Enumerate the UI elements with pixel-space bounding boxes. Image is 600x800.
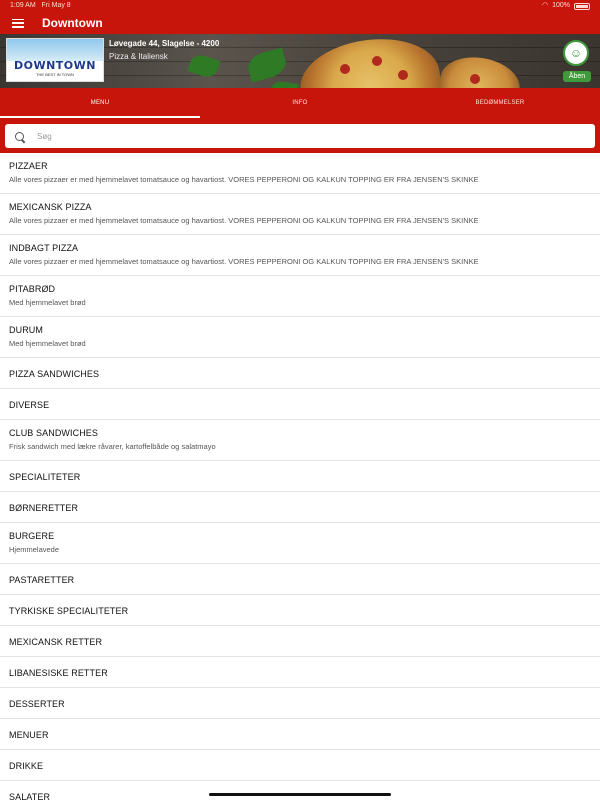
menu-category-item[interactable]: DIVERSE bbox=[0, 389, 600, 420]
tab-menu[interactable]: MENU bbox=[0, 88, 200, 118]
home-indicator[interactable] bbox=[209, 793, 391, 796]
menu-category-title: INDBAGT PIZZA bbox=[9, 243, 79, 253]
menu-category-item[interactable]: BURGERE Hjemmelavede bbox=[0, 523, 600, 564]
menu-category-title: CLUB SANDWICHES bbox=[9, 428, 99, 438]
menu-category-title: SPECIALITETER bbox=[9, 472, 81, 482]
menu-category-title: DURUM bbox=[9, 325, 43, 335]
pizza-slice-image bbox=[436, 51, 524, 88]
status-date: Fri May 8 bbox=[41, 2, 71, 9]
pizza-image bbox=[295, 34, 445, 88]
status-bar: 1:09 AM Fri May 8 ◠ 100% bbox=[0, 0, 600, 12]
menu-category-item[interactable]: DRIKKE bbox=[0, 750, 600, 781]
menu-category-item[interactable]: SPECIALITETER bbox=[0, 461, 600, 492]
menu-category-item[interactable]: INDBAGT PIZZA Alle vores pizzaer er med h… bbox=[0, 235, 600, 276]
tab-reviews[interactable]: BEDØMMELSER bbox=[400, 88, 600, 118]
search-bar-container bbox=[0, 118, 600, 153]
menu-category-title: PIZZA SANDWICHES bbox=[9, 369, 100, 379]
tab-info[interactable]: INFO bbox=[200, 88, 400, 118]
menu-category-item[interactable]: DURUM Med hjemmelavet brød bbox=[0, 317, 600, 358]
menu-category-title: MENUER bbox=[9, 730, 49, 740]
menu-category-title: BØRNERETTER bbox=[9, 503, 79, 513]
menu-category-item[interactable]: MENUER bbox=[0, 719, 600, 750]
restaurant-address: Løvegade 44, Slagelse - 4200 bbox=[109, 39, 220, 48]
smiley-rating-icon[interactable]: ☺ bbox=[563, 40, 589, 66]
open-status-badge: Åben bbox=[563, 71, 591, 82]
menu-category-description: Med hjemmelavet brød bbox=[9, 298, 86, 307]
menu-category-title: DESSERTER bbox=[9, 699, 65, 709]
status-left: 1:09 AM Fri May 8 bbox=[10, 0, 71, 12]
battery-icon bbox=[574, 2, 590, 10]
menu-category-description: Frisk sandwich med lækre råvarer, kartof… bbox=[9, 442, 216, 451]
menu-category-title: PITABRØD bbox=[9, 284, 56, 294]
menu-category-title: DRIKKE bbox=[9, 761, 44, 771]
tab-bar: MENU INFO BEDØMMELSER bbox=[0, 88, 600, 118]
menu-category-description: Hjemmelavede bbox=[9, 545, 60, 554]
restaurant-category: Pizza & Italiensk bbox=[109, 52, 168, 61]
logo-subtitle: THE BEST IN TOWN bbox=[36, 72, 74, 77]
menu-category-item[interactable]: PITABRØD Med hjemmelavet brød bbox=[0, 276, 600, 317]
restaurant-logo: DOWNTOWN THE BEST IN TOWN bbox=[6, 38, 104, 82]
menu-category-item[interactable]: SALATER bbox=[0, 781, 600, 800]
search-box bbox=[5, 124, 595, 148]
menu-icon[interactable] bbox=[12, 18, 24, 28]
menu-category-item[interactable]: PIZZA SANDWICHES bbox=[0, 358, 600, 389]
menu-category-item[interactable]: DESSERTER bbox=[0, 688, 600, 719]
menu-category-item[interactable]: MEXICANSK PIZZA Alle vores pizzaer er med… bbox=[0, 194, 600, 235]
menu-category-title: MEXICANSK RETTER bbox=[9, 637, 103, 647]
search-icon bbox=[15, 131, 24, 141]
menu-category-item[interactable]: PASTARETTER bbox=[0, 564, 600, 595]
app-title: Downtown bbox=[42, 16, 103, 30]
menu-category-title: PASTARETTER bbox=[9, 575, 75, 585]
menu-category-item[interactable]: BØRNERETTER bbox=[0, 492, 600, 523]
search-input[interactable] bbox=[37, 131, 557, 141]
menu-category-item[interactable]: LIBANESISKE RETTER bbox=[0, 657, 600, 688]
menu-category-item[interactable]: PIZZAER Alle vores pizzaer er med hjemmel… bbox=[0, 153, 600, 194]
menu-category-title: PIZZAER bbox=[9, 161, 48, 171]
menu-category-title: DIVERSE bbox=[9, 400, 50, 410]
app-bar: Downtown bbox=[0, 12, 600, 34]
menu-category-item[interactable]: CLUB SANDWICHES Frisk sandwich med lækre … bbox=[0, 420, 600, 461]
menu-category-title: MEXICANSK PIZZA bbox=[9, 202, 92, 212]
menu-category-title: BURGERE bbox=[9, 531, 55, 541]
logo-text: DOWNTOWN bbox=[13, 59, 96, 72]
menu-category-description: Alle vores pizzaer er med hjemmelavet to… bbox=[9, 216, 479, 225]
wifi-icon: ◠ bbox=[541, 2, 549, 9]
menu-category-item[interactable]: TYRKISKE SPECIALITETER bbox=[0, 595, 600, 626]
menu-category-description: Alle vores pizzaer er med hjemmelavet to… bbox=[9, 175, 479, 184]
menu-category-description: Alle vores pizzaer er med hjemmelavet to… bbox=[9, 257, 479, 266]
status-time: 1:09 AM bbox=[10, 2, 36, 9]
menu-category-list: PIZZAER Alle vores pizzaer er med hjemmel… bbox=[0, 153, 600, 800]
restaurant-banner: DOWNTOWN THE BEST IN TOWN Løvegade 44, S… bbox=[0, 34, 600, 88]
menu-category-description: Med hjemmelavet brød bbox=[9, 339, 86, 348]
battery-percent: 100% bbox=[552, 2, 570, 9]
menu-category-title: TYRKISKE SPECIALITETER bbox=[9, 606, 129, 616]
status-right: ◠ 100% bbox=[542, 0, 590, 12]
menu-category-item[interactable]: MEXICANSK RETTER bbox=[0, 626, 600, 657]
menu-category-title: LIBANESISKE RETTER bbox=[9, 668, 108, 678]
